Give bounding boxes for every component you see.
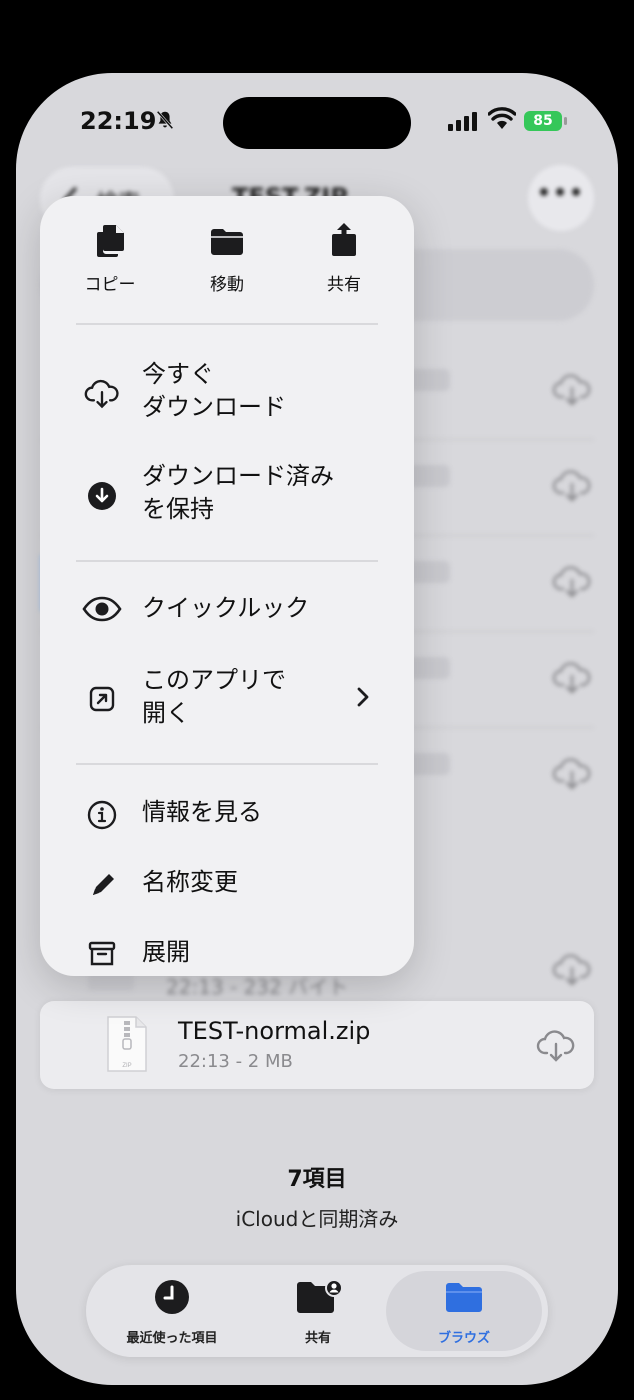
tab-label: 共有	[304, 1331, 331, 1346]
copy-icon	[97, 225, 124, 257]
label-line: 開く	[142, 699, 190, 727]
battery-indicator: 85	[524, 111, 562, 131]
tab-recents[interactable]: 最近使った項目	[102, 1277, 242, 1347]
tab-label: 最近使った項目	[126, 1331, 218, 1346]
menu-item-download-now[interactable]: 今すぐ ダウンロード	[40, 356, 414, 430]
menu-item-quick-look[interactable]: クイックルック	[40, 590, 414, 634]
clock-icon	[155, 1280, 189, 1314]
svg-text:ZIP: ZIP	[122, 1063, 131, 1069]
cloud-download-icon[interactable]	[552, 953, 592, 987]
menu-item-open-in-app[interactable]: このアプリで 開く	[40, 664, 414, 738]
cellular-signal-icon	[448, 112, 477, 131]
share-icon	[332, 223, 356, 256]
menu-item-label: 今すぐ ダウンロード	[142, 358, 286, 424]
label-line: このアプリで	[142, 666, 286, 694]
folder-icon	[446, 1283, 482, 1312]
open-in-app-icon	[89, 686, 115, 712]
label-line: ダウンロード	[142, 393, 286, 421]
sync-status: iCloudと同期済み	[235, 1207, 399, 1231]
info-icon	[87, 800, 117, 830]
selected-file-row[interactable]: ZIP TEST-normal.zip 22:13 - 2 MB	[40, 1001, 594, 1089]
wifi-icon	[488, 107, 516, 129]
cloud-download-icon	[84, 379, 119, 409]
silent-bell-icon	[156, 110, 174, 130]
menu-item-expand[interactable]: 展開	[40, 934, 414, 976]
quick-action-label: 共有	[327, 275, 361, 295]
cloud-download-icon[interactable]	[552, 757, 592, 791]
cloud-download-icon[interactable]	[552, 661, 592, 695]
tab-bar: 最近使った項目 共有 ブラウズ	[86, 1265, 548, 1357]
file-meta: 22:13 - 2 MB	[178, 1051, 293, 1072]
tab-browse[interactable]: ブラウズ	[394, 1277, 534, 1347]
menu-item-label: このアプリで 開く	[142, 664, 286, 730]
menu-item-rename[interactable]: 名称変更	[40, 864, 414, 908]
eye-icon	[82, 596, 122, 622]
menu-item-label: ダウンロード済み を保持	[142, 460, 334, 526]
menu-item-label: 名称変更	[142, 868, 238, 896]
zip-file-icon: ZIP	[107, 1016, 147, 1072]
battery-cap	[564, 117, 567, 125]
menu-separator	[76, 323, 378, 325]
menu-item-label: 情報を見る	[142, 798, 262, 826]
status-time: 22:19	[80, 107, 157, 135]
context-menu: コピー 移動 共有 今すぐ ダウンロード ダウンロード済み を保持 クイックルッ…	[40, 196, 414, 976]
chevron-right-icon	[357, 687, 369, 707]
cloud-download-icon[interactable]	[552, 373, 592, 407]
cloud-download-icon[interactable]	[552, 565, 592, 599]
menu-item-label: クイックルック	[142, 594, 310, 622]
shared-folder-icon	[297, 1279, 342, 1313]
menu-separator	[76, 763, 378, 765]
cloud-download-icon[interactable]	[552, 469, 592, 503]
tab-label: ブラウズ	[437, 1331, 490, 1346]
quick-action-label: コピー	[84, 275, 136, 295]
menu-item-get-info[interactable]: 情報を見る	[40, 794, 414, 838]
archive-icon	[88, 941, 116, 966]
cloud-download-icon[interactable]	[536, 1029, 576, 1063]
keep-downloaded-icon	[88, 482, 116, 510]
label-line: を保持	[142, 495, 214, 523]
menu-separator	[76, 560, 378, 562]
item-count: 7項目	[287, 1167, 347, 1192]
dynamic-island	[223, 97, 411, 149]
menu-item-label: 展開	[142, 938, 190, 966]
status-bar: 22:19 85	[16, 73, 618, 173]
folder-icon	[211, 229, 243, 255]
label-line: ダウンロード済み	[142, 462, 334, 490]
file-name: TEST-normal.zip	[178, 1017, 371, 1045]
tab-shared[interactable]: 共有	[248, 1277, 388, 1347]
menu-item-keep-downloaded[interactable]: ダウンロード済み を保持	[40, 460, 414, 534]
label-line: 今すぐ	[142, 360, 214, 388]
pencil-icon	[93, 874, 114, 895]
quick-action-label: 移動	[210, 275, 244, 295]
more-button[interactable]: •••	[528, 165, 594, 231]
